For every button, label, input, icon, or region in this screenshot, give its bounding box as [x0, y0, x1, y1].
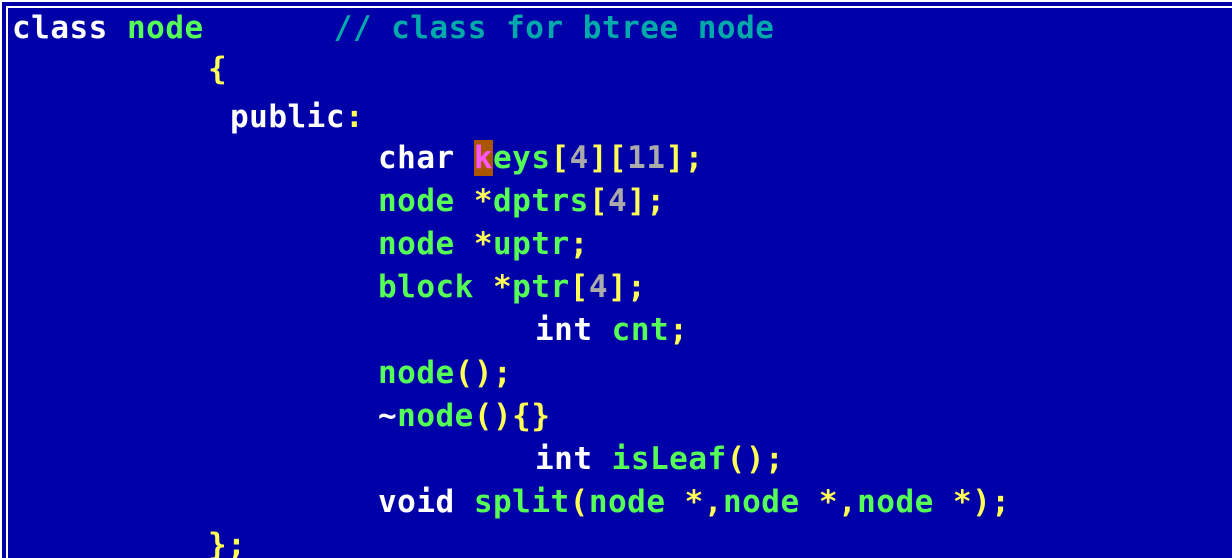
identifier-keys: eys	[493, 140, 551, 176]
code-line-7: block *ptr[4];	[378, 268, 646, 306]
code-line-3: public:	[230, 98, 364, 136]
keyword-public: public	[230, 99, 345, 135]
pointer-comma: *,	[684, 484, 723, 520]
bracket: ];	[665, 140, 704, 176]
frame-border-top	[0, 0, 1232, 2]
code-line-6: node *uptr;	[378, 225, 589, 263]
code-comment: // class for btree node	[333, 10, 775, 46]
pointer-comma: *,	[818, 484, 858, 520]
keyword-int: int	[535, 312, 593, 348]
identifier-block: block	[378, 269, 474, 305]
parens: ();	[726, 441, 785, 477]
number: 11	[627, 140, 666, 176]
identifier-dptrs: dptrs	[493, 183, 589, 219]
identifier-split: split	[473, 484, 570, 520]
code-line-12: void split(node *,node *,node *);	[378, 483, 1010, 521]
parens-braces: (){}	[473, 398, 551, 434]
number: 4	[569, 140, 589, 176]
identifier-node: node	[397, 398, 474, 434]
code-line-11: int isLeaf();	[535, 440, 784, 478]
code-line-13: };	[208, 526, 246, 558]
text-cursor: k	[473, 140, 493, 176]
keyword-class: class	[12, 10, 108, 46]
identifier-cnt: cnt	[611, 312, 670, 348]
tilde: ~	[378, 398, 398, 434]
identifier-node: node	[378, 355, 455, 391]
paren-open: (	[569, 484, 589, 520]
semicolon: ;	[569, 226, 589, 262]
number: 4	[608, 183, 628, 219]
bracket: [	[550, 140, 570, 176]
frame-border-top-inner	[6, 6, 1232, 8]
keyword-void: void	[378, 484, 455, 520]
bracket: ][	[588, 140, 628, 176]
code-line-2: {	[208, 50, 227, 88]
code-line-10: ~node(){}	[378, 397, 550, 435]
colon: :	[344, 99, 365, 135]
keyword-int: int	[535, 441, 593, 477]
semicolon: ;	[669, 312, 689, 348]
identifier-node: node	[588, 484, 666, 520]
identifier-node: node	[857, 484, 934, 520]
identifier-ptr: ptr	[512, 269, 570, 305]
bracket: ];	[608, 269, 647, 305]
identifier-isleaf: isLeaf	[611, 441, 727, 477]
keyword-char: char	[378, 140, 455, 176]
pointer-star: *	[493, 269, 513, 305]
code-editor[interactable]: class node // class for btree node { publ…	[0, 0, 1232, 558]
code-line-9: node();	[378, 354, 512, 392]
bracket: [	[569, 269, 589, 305]
close-brace: };	[208, 527, 247, 558]
identifier-node: node	[378, 226, 455, 262]
pointer-close: *);	[952, 484, 1011, 520]
open-brace: {	[208, 51, 228, 87]
identifier-uptr: uptr	[493, 226, 570, 262]
pointer-star: *	[473, 183, 493, 219]
identifier-node: node	[722, 484, 800, 520]
code-line-1: class node // class for btree node	[12, 9, 774, 47]
code-line-4: char keys[4][11];	[378, 139, 704, 177]
identifier-node: node	[127, 10, 204, 46]
parens: ();	[454, 355, 513, 391]
identifier-node: node	[378, 183, 455, 219]
frame-border-left-inner	[6, 6, 8, 558]
bracket: ];	[627, 183, 666, 219]
number: 4	[588, 269, 609, 305]
pointer-star: *	[473, 226, 493, 262]
code-line-8: int cnt;	[535, 311, 688, 349]
code-line-5: node *dptrs[4];	[378, 182, 666, 220]
bracket: [	[588, 183, 608, 219]
frame-border-left	[0, 0, 2, 558]
